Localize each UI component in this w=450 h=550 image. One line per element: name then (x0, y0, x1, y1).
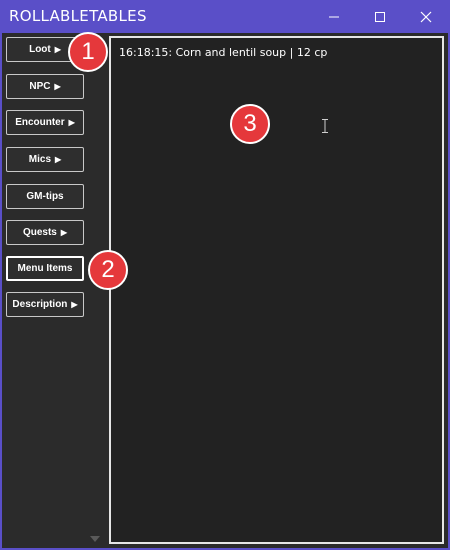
maximize-button[interactable] (357, 0, 403, 33)
mics-button[interactable]: Mics ▶ (6, 147, 84, 172)
quests-label: Quests (22, 227, 57, 238)
client-area: Loot ▶ NPC ▶ Encounter ▶ Mics ▶ GM-tips … (2, 33, 448, 548)
play-arrow-icon: ▶ (54, 82, 61, 91)
close-button[interactable] (403, 0, 449, 33)
play-arrow-icon: ▶ (71, 300, 78, 309)
title-bar[interactable]: ROLLABLETABLES (0, 0, 450, 33)
scroll-down-icon[interactable] (90, 536, 100, 542)
text-cursor-icon (322, 119, 328, 133)
sidebar: Loot ▶ NPC ▶ Encounter ▶ Mics ▶ GM-tips … (2, 33, 106, 548)
output-textbox[interactable]: 16:18:15: Corn and lentil soup | 12 cp (109, 36, 444, 544)
menu-items-label: Menu Items (17, 263, 73, 274)
play-arrow-icon: ▶ (68, 118, 75, 127)
encounter-button[interactable]: Encounter ▶ (6, 110, 84, 135)
quests-button[interactable]: Quests ▶ (6, 220, 84, 245)
play-arrow-icon: ▶ (55, 155, 62, 164)
menu-items-button[interactable]: Menu Items (6, 256, 84, 281)
gm-tips-button[interactable]: GM-tips (6, 184, 84, 209)
loot-label: Loot (29, 44, 51, 55)
app-window: ROLLABLETABLES Loot ▶ NPC ▶ Encounter ▶ (0, 0, 450, 550)
annotation-badge-2: 2 (88, 250, 128, 290)
play-arrow-icon: ▶ (54, 45, 61, 54)
window-title: ROLLABLETABLES (9, 7, 147, 25)
annotation-badge-3: 3 (230, 104, 270, 144)
description-label: Description (12, 299, 68, 310)
annotation-badge-1: 1 (68, 32, 108, 72)
minimize-icon (329, 16, 339, 18)
maximize-icon (375, 12, 385, 22)
gm-tips-label: GM-tips (26, 191, 64, 202)
npc-label: NPC (29, 81, 51, 92)
npc-button[interactable]: NPC ▶ (6, 74, 84, 99)
encounter-label: Encounter (15, 117, 65, 128)
output-line: 16:18:15: Corn and lentil soup | 12 cp (119, 46, 328, 59)
mics-label: Mics (28, 154, 52, 165)
play-arrow-icon: ▶ (60, 228, 68, 237)
description-button[interactable]: Description ▶ (6, 292, 84, 317)
close-icon (420, 11, 432, 23)
minimize-button[interactable] (311, 0, 357, 33)
